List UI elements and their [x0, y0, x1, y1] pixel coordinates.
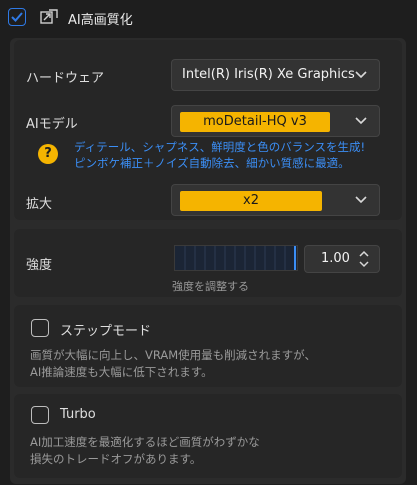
panel-header: AI高画質化: [0, 0, 417, 36]
spin-arrows-icon[interactable]: [359, 249, 369, 269]
checkmark-icon: [11, 12, 23, 22]
strength-label: 強度: [26, 258, 53, 273]
ai-model-value: moDetail-HQ v3: [180, 112, 330, 132]
chevron-down-icon: [355, 71, 367, 79]
hardware-select[interactable]: Intel(R) Iris(R) Xe Graphics: [171, 59, 380, 91]
hardware-label: ハードウェア: [26, 71, 105, 86]
ai-model-label: AIモデル: [26, 117, 78, 132]
slider-thumb[interactable]: [294, 246, 296, 270]
hardware-value: Intel(R) Iris(R) Xe Graphics: [182, 67, 355, 82]
step-mode-desc-line2: AI推論速度も大幅に低下されます。: [30, 365, 213, 379]
ai-model-select[interactable]: moDetail-HQ v3: [171, 105, 380, 137]
step-mode-desc-line1: 画質が大幅に向上し、VRAM使用量も削減されますが、: [30, 348, 316, 362]
slider-ticks: [184, 246, 286, 270]
scale-value: x2: [180, 191, 322, 211]
ai-model-hint-line2: ピンボケ補正＋ノイズ自動除去、細かい質感に最適。: [74, 156, 350, 170]
help-icon[interactable]: ?: [38, 144, 58, 164]
strength-slider[interactable]: [174, 245, 298, 271]
strength-sublabel: 強度を調整する: [172, 280, 249, 293]
ai-model-hint-line1: ディテール、シャプネス、鮮明度と色のバランスを生成!: [74, 140, 366, 154]
turbo-desc-line1: AI加工速度を最適化するほど画質がわずかな: [30, 435, 260, 449]
strength-value: 1.00: [321, 251, 350, 266]
scale-select[interactable]: x2: [171, 184, 380, 216]
turbo-checkbox[interactable]: [31, 406, 49, 424]
compare-icon: [40, 9, 58, 24]
step-mode-label: ステップモード: [60, 324, 152, 339]
turbo-desc-line2: 損失のトレードオフがあります。: [30, 452, 202, 466]
enable-checkbox[interactable]: [8, 8, 26, 26]
scale-label: 拡大: [26, 197, 53, 212]
turbo-label: Turbo: [60, 407, 96, 422]
chevron-down-icon: [355, 117, 367, 125]
chevron-down-icon: [355, 196, 367, 204]
step-mode-checkbox[interactable]: [31, 319, 49, 337]
panel-title: AI高画質化: [68, 13, 133, 28]
strength-spinbox[interactable]: 1.00: [304, 245, 380, 273]
